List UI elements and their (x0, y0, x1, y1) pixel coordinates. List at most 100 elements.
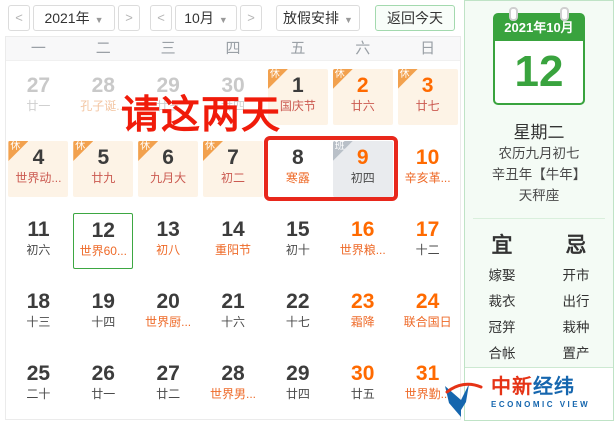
day-number: 18 (8, 289, 68, 314)
calendar-cell-10[interactable]: 10辛亥革... (398, 141, 458, 197)
economic-view-logo-icon (439, 370, 489, 420)
calendar-icon: 2021年10月 12 (493, 13, 585, 105)
day-sublabel: 廿五 (333, 386, 393, 403)
calendar-cell-7[interactable]: 休7初二 (203, 141, 263, 197)
next-year-button[interactable]: > (118, 5, 140, 31)
day-sublabel: 十二 (398, 242, 458, 259)
almanac-item: 栽种 (539, 315, 613, 341)
calendar-icon-day: 12 (495, 41, 583, 103)
day-number: 11 (8, 217, 68, 242)
day-number: 25 (8, 361, 68, 386)
year-select[interactable]: 2021年▼ (33, 5, 115, 31)
calendar-cell-4[interactable]: 休4世界动... (8, 141, 68, 197)
day-sublabel: 十七 (268, 314, 328, 331)
day-sublabel: 联合国日 (398, 314, 458, 331)
calendar-cell-19[interactable]: 19十四 (73, 285, 133, 341)
back-to-today-button[interactable]: 返回今天 (375, 5, 455, 31)
calendar-cell-11[interactable]: 11初六 (8, 213, 68, 269)
calendar-cell-23[interactable]: 23霜降 (333, 285, 393, 341)
logo-watermark: 中新经纬 ECONOMIC VIEW (465, 367, 613, 420)
chevron-down-icon: ▼ (344, 15, 353, 25)
calendar-cell-22[interactable]: 22十七 (268, 285, 328, 341)
calendar-cell-6[interactable]: 休6九月大 (138, 141, 198, 197)
annotation-text: 请这两天 (121, 84, 281, 140)
calendar-cell-5[interactable]: 休5廿九 (73, 141, 133, 197)
logo-cn-red: 中新 (491, 376, 533, 398)
almanac-item: 置产 (539, 341, 613, 367)
weekday-label: 日 (395, 37, 460, 60)
calendar-cell-18[interactable]: 18十三 (8, 285, 68, 341)
day-sublabel: 初六 (8, 242, 68, 259)
day-sublabel: 十三 (8, 314, 68, 331)
day-number: 15 (268, 217, 328, 242)
ji-title: 忌 (539, 229, 613, 259)
calendar-cell-12[interactable]: 12世界60... (73, 213, 133, 269)
calendar-cell-20[interactable]: 20世界厨... (138, 285, 198, 341)
calendar-week-row: 11初六12世界60...13初八14重阳节15初十16世界粮...17十二 (6, 205, 460, 277)
day-number: 26 (73, 361, 133, 386)
day-number: 17 (398, 217, 458, 242)
calendar-cell-14[interactable]: 14重阳节 (203, 213, 263, 269)
calendar-cell-15[interactable]: 15初十 (268, 213, 328, 269)
almanac-item: 裁衣 (465, 289, 539, 315)
calendar-cell-26[interactable]: 26廿一 (73, 357, 133, 413)
logo-text: 中新经纬 ECONOMIC VIEW (491, 376, 590, 409)
day-sublabel: 廿六 (333, 98, 393, 115)
day-number: 16 (333, 217, 393, 242)
ganzhi-year: 辛丑年【牛年】 (465, 164, 613, 185)
next-month-button[interactable]: > (240, 5, 262, 31)
calendar-cell-17[interactable]: 17十二 (398, 213, 458, 269)
weekday-label: 一 (6, 37, 71, 60)
day-sublabel: 世界男... (203, 386, 263, 403)
weekday-label: 四 (201, 37, 266, 60)
calendar-cell-29[interactable]: 29廿四 (268, 357, 328, 413)
day-sublabel: 廿四 (268, 386, 328, 403)
prev-month-button[interactable]: < (150, 5, 172, 31)
holiday-schedule-select[interactable]: 放假安排▼ (276, 5, 360, 31)
calendar-ring-icon (560, 7, 569, 21)
calendar-cell-27[interactable]: 27廿二 (138, 357, 198, 413)
weekday-label: 三 (136, 37, 201, 60)
day-number: 27 (138, 361, 198, 386)
calendar-ring-icon (509, 7, 518, 21)
day-sublabel: 廿九 (73, 170, 133, 187)
day-sublabel: 廿二 (138, 386, 198, 403)
zodiac-sign: 天秤座 (465, 185, 613, 206)
weekday-header: 一二三四五六日 (6, 37, 460, 61)
day-sublabel: 初二 (203, 170, 263, 187)
day-number: 28 (203, 361, 263, 386)
calendar-cell-21[interactable]: 21十六 (203, 285, 263, 341)
almanac-item: 冠笄 (465, 315, 539, 341)
weekday-label: 二 (71, 37, 136, 60)
day-sublabel: 世界厨... (138, 314, 198, 331)
day-sublabel: 初八 (138, 242, 198, 259)
divider (473, 218, 605, 219)
calendar-cell-27[interactable]: 27廿一 (8, 69, 68, 125)
prev-year-button[interactable]: < (8, 5, 30, 31)
day-sublabel: 重阳节 (203, 242, 263, 259)
day-number: 14 (203, 217, 263, 242)
calendar-cell-25[interactable]: 25二十 (8, 357, 68, 413)
day-sublabel: 二十 (8, 386, 68, 403)
calendar-cell-24[interactable]: 24联合国日 (398, 285, 458, 341)
day-sublabel: 九月大 (138, 170, 198, 187)
calendar-cell-2[interactable]: 休2廿六 (333, 69, 393, 125)
day-sublabel: 世界动... (8, 170, 68, 187)
calendar-cell-13[interactable]: 13初八 (138, 213, 198, 269)
logo-en: ECONOMIC VIEW (491, 400, 590, 409)
lunar-date: 农历九月初七 (465, 143, 613, 164)
month-select[interactable]: 10月▼ (175, 5, 237, 31)
day-number: 20 (138, 289, 198, 314)
day-number: 30 (333, 361, 393, 386)
calendar-cell-30[interactable]: 30廿五 (333, 357, 393, 413)
calendar-icon-month: 2021年10月 (495, 15, 583, 41)
day-number: 22 (268, 289, 328, 314)
calendar-cell-28[interactable]: 28世界男... (203, 357, 263, 413)
day-sublabel: 廿一 (8, 98, 68, 115)
day-sublabel: 十六 (203, 314, 263, 331)
calendar-cell-16[interactable]: 16世界粮... (333, 213, 393, 269)
calendar-cell-3[interactable]: 休3廿七 (398, 69, 458, 125)
day-sublabel: 世界粮... (333, 242, 393, 259)
day-sublabel: 初十 (268, 242, 328, 259)
logo-cn-blue: 经纬 (533, 376, 575, 398)
